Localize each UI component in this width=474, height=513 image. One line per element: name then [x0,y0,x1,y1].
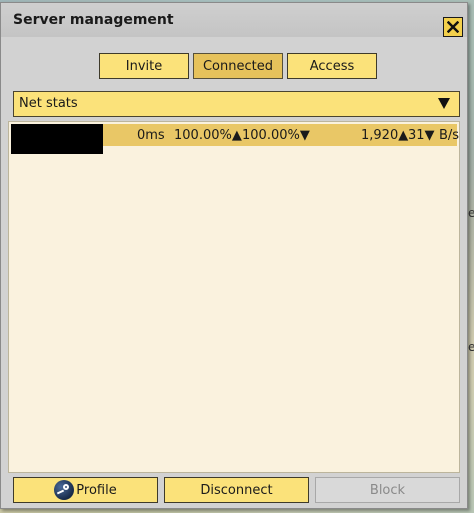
download-rate-value: 31 [408,128,425,143]
connections-list: 0ms 100.00%▲ 100.00%▼ 1,920▲ 31▼ B/s [8,121,460,473]
tab-invite[interactable]: Invite [99,53,189,79]
profile-button[interactable]: Profile [13,477,158,503]
download-percent-value: 100.00% [242,128,300,143]
disconnect-button[interactable]: Disconnect [164,477,309,503]
ping-value: 0ms [137,128,165,143]
triangle-up-icon: ▲ [231,128,242,143]
close-button[interactable] [443,17,463,37]
disconnect-button-label: Disconnect [200,482,273,498]
triangle-up-icon: ▲ [398,128,409,143]
upload-rate: 1,920▲ [361,128,408,143]
download-percent: 100.00%▼ [242,128,310,143]
block-button[interactable]: Block [315,477,460,503]
tab-bar: Invite Connected Access [1,53,467,79]
triangle-down-icon: ▼ [299,128,310,143]
block-button-label: Block [369,482,406,498]
window-title: Server management [13,12,174,28]
steam-icon [54,480,75,500]
map-label-fragment: e [468,340,474,354]
server-management-window: Server management Invite Connected Acces… [0,2,468,509]
redacted-player-name [11,124,103,154]
close-icon [447,21,459,33]
stats-dropdown[interactable]: Net stats [13,91,460,117]
rate-unit: B/s [439,128,460,143]
dropdown-selected-label: Net stats [19,96,78,111]
tab-connected[interactable]: Connected [193,53,283,79]
upload-percent-value: 100.00% [174,128,232,143]
tab-access-label: Access [309,58,355,74]
title-bar: Server management [1,3,467,37]
triangle-down-icon: ▼ [424,128,435,143]
tab-access[interactable]: Access [287,53,377,79]
triangle-down-icon [438,98,450,109]
tab-invite-label: Invite [125,58,163,74]
upload-rate-value: 1,920 [361,128,399,143]
profile-button-label: Profile [76,482,117,498]
tab-connected-label: Connected [202,58,273,74]
list-item[interactable]: 0ms 100.00%▲ 100.00%▼ 1,920▲ 31▼ B/s [11,124,460,154]
map-label-fragment: e [468,206,474,220]
download-rate: 31▼ [408,128,435,143]
upload-percent: 100.00%▲ [174,128,242,143]
